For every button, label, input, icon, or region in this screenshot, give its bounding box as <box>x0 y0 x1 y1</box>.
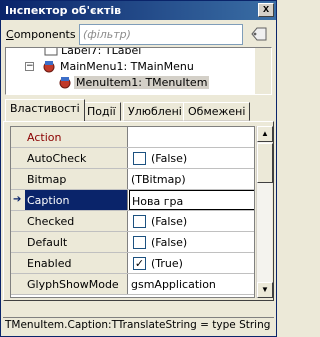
close-button[interactable]: x <box>258 3 274 17</box>
scroll-thumb[interactable] <box>257 143 273 183</box>
title-bar[interactable]: Інспектор об'єктів x <box>1 1 276 20</box>
autocheck-checkbox[interactable] <box>133 152 146 165</box>
property-value[interactable] <box>129 127 254 147</box>
property-row-bitmap[interactable]: Bitmap (TBitmap) <box>11 169 254 190</box>
property-value[interactable]: (TBitmap) <box>129 169 254 189</box>
properties-panel: Action AutoCheck (False) Bitmap (TBitmap… <box>3 121 274 301</box>
checked-checkbox[interactable] <box>133 215 146 228</box>
object-inspector-window: Інспектор об'єктів x Components (фільтр)… <box>0 0 277 337</box>
collapse-icon[interactable]: − <box>25 62 34 71</box>
row-gutter <box>11 274 25 294</box>
enabled-checkbox[interactable]: ✓ <box>133 257 146 270</box>
label-component-icon <box>44 48 58 57</box>
property-value: (False) <box>151 215 188 228</box>
row-gutter <box>11 253 25 273</box>
property-row-action[interactable]: Action <box>11 127 254 148</box>
property-name: Default <box>25 232 128 252</box>
property-row-autocheck[interactable]: AutoCheck (False) <box>11 148 254 169</box>
window-title: Інспектор об'єктів <box>5 4 122 17</box>
property-row-default[interactable]: Default (False) <box>11 232 254 253</box>
property-name: Bitmap <box>25 169 128 189</box>
property-row-caption[interactable]: ➔ Caption Нова гра <box>11 190 254 211</box>
property-grid[interactable]: Action AutoCheck (False) Bitmap (TBitmap… <box>10 126 255 298</box>
row-gutter <box>11 232 25 252</box>
scroll-down-arrow-icon[interactable]: ▼ <box>257 282 273 298</box>
property-row-glyphshowmode[interactable]: GlyphShowMode gsmApplication <box>11 274 254 295</box>
property-name: Action <box>25 127 128 147</box>
property-name: AutoCheck <box>25 148 128 168</box>
row-gutter <box>11 127 25 147</box>
property-row-enabled[interactable]: Enabled ✓ (True) <box>11 253 254 274</box>
property-value: (False) <box>151 236 188 249</box>
scroll-up-arrow-icon[interactable]: ▲ <box>257 126 273 142</box>
status-bar: TMenuItem.Caption:TTranslateString = typ… <box>3 317 274 333</box>
row-gutter <box>11 148 25 168</box>
components-row: Components (фільтр) <box>1 21 276 47</box>
property-value: (False) <box>151 152 188 165</box>
inspector-tabs: Властивості Події Улюблені Обмежені <box>3 99 274 121</box>
caption-value-input[interactable]: Нова гра <box>129 190 254 210</box>
row-gutter: ➔ <box>11 190 25 210</box>
tree-scrollbar[interactable] <box>255 48 271 94</box>
current-row-arrow-icon: ➔ <box>13 194 22 205</box>
property-value-cell: (False) <box>129 232 254 252</box>
property-name: Caption <box>25 190 128 210</box>
row-gutter <box>11 211 25 231</box>
property-value-cell: (False) <box>129 148 254 168</box>
row-gutter <box>11 169 25 189</box>
tab-favorites[interactable]: Улюблені <box>123 102 187 121</box>
components-label-accel: C <box>6 28 14 41</box>
tab-properties[interactable]: Властивості <box>5 99 85 121</box>
main-menu-icon <box>42 60 56 73</box>
property-name: GlyphShowMode <box>25 274 128 294</box>
tree-item-label: MenuItem1: TMenuItem <box>74 76 210 89</box>
menu-item-icon <box>58 76 72 89</box>
components-label-rest: omponents <box>13 28 76 41</box>
components-label: Components <box>6 28 76 41</box>
tab-restricted[interactable]: Обмежені <box>183 102 251 121</box>
property-value-cell: ✓ (True) <box>129 253 254 273</box>
property-name: Checked <box>25 211 128 231</box>
component-filter-input[interactable]: (фільтр) <box>79 24 243 45</box>
property-value[interactable]: gsmApplication <box>129 274 254 294</box>
tree-item-label: Label7: TLabel <box>61 47 142 57</box>
component-tree[interactable]: Label7: TLabel − MainMenu1: TMainMenu Me… <box>5 47 272 95</box>
clear-filter-icon[interactable] <box>247 24 271 45</box>
property-grid-scrollbar[interactable]: ▲ ▼ <box>256 126 273 298</box>
tree-item-label: MainMenu1: TMainMenu <box>60 60 194 73</box>
property-name: Enabled <box>25 253 128 273</box>
property-value: (True) <box>151 257 183 270</box>
default-checkbox[interactable] <box>133 236 146 249</box>
property-row-checked[interactable]: Checked (False) <box>11 211 254 232</box>
property-value-cell: (False) <box>129 211 254 231</box>
tab-events[interactable]: Події <box>82 102 121 121</box>
